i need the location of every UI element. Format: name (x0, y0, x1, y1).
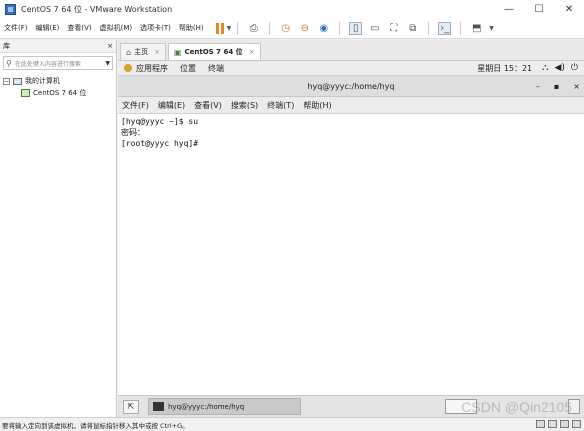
terminal-close-button[interactable]: × (573, 82, 580, 91)
menu-file[interactable]: 文件(F) (0, 23, 32, 33)
tree-item-centos[interactable]: CentOS 7 64 位 (3, 87, 113, 99)
unity-icon[interactable]: ⧉ (406, 22, 419, 35)
applications-icon (124, 64, 132, 72)
guest-menu-applications[interactable]: 应用程序 (136, 63, 168, 74)
library-view-icon[interactable]: ▯ (349, 21, 363, 35)
terminal-menu-bar: 文件(F) 编辑(E) 查看(V) 搜索(S) 终端(T) 帮助(H) (118, 97, 584, 114)
tree-item-label: 我的计算机 (25, 77, 60, 85)
taskbar-item-label: hyq@yyyc:/home/hyq (168, 402, 245, 411)
terminal-menu-view[interactable]: 查看(V) (194, 100, 222, 111)
library-panel: 库 × ⚲ 在此处键入内容进行搜索 ▼ − 我的计算机 CentOS 7 64 … (0, 40, 117, 417)
network-icon[interactable]: ⛬ (542, 63, 548, 73)
library-search-input[interactable]: ⚲ 在此处键入内容进行搜索 ▼ (3, 56, 113, 70)
terminal-title: hyq@yyyc:/home/hyq (307, 81, 395, 91)
tab-home[interactable]: ⌂ 主页 × (120, 43, 166, 60)
tab-close-icon[interactable]: × (154, 48, 160, 56)
terminal-icon (153, 402, 164, 411)
menu-view[interactable]: 查看(V) (63, 23, 95, 33)
status-message: 要将输入定向到该虚拟机，请将鼠标指针移入其中或按 Ctrl+G。 (2, 421, 189, 430)
terminal-minimize-button[interactable]: – (536, 82, 540, 91)
stretch-guest-icon[interactable]: ⬒ (470, 22, 483, 35)
minimize-button[interactable]: — (494, 0, 524, 18)
pause-dropdown-icon[interactable]: ▼ (227, 25, 232, 32)
tab-close-icon[interactable]: × (249, 48, 255, 56)
terminal-title-bar: hyq@yyyc:/home/hyq – ▪ × (118, 76, 584, 97)
terminal-menu-edit[interactable]: 编辑(E) (158, 100, 185, 111)
menu-tabs[interactable]: 选项卡(T) (136, 23, 175, 33)
tab-label: 主页 (134, 48, 149, 56)
title-bar: CentOS 7 64 位 - VMware Workstation — ☐ ✕ (0, 0, 584, 18)
menu-edit[interactable]: 编辑(E) (32, 23, 64, 33)
menu-vm[interactable]: 虚拟机(M) (96, 23, 137, 33)
library-tree: − 我的计算机 CentOS 7 64 位 (0, 73, 116, 101)
close-button[interactable]: ✕ (554, 0, 584, 18)
chevron-down-icon[interactable]: ▼ (105, 60, 110, 67)
tab-centos[interactable]: ▣ CentOS 7 64 位 × (167, 43, 261, 60)
fullscreen-icon[interactable]: ⛶ (387, 22, 400, 35)
computer-icon (13, 77, 22, 85)
library-title: 库 (3, 42, 10, 50)
terminal-maximize-button[interactable]: ▪ (554, 82, 559, 91)
toolbar-separator (460, 21, 462, 35)
toolbar-separator (339, 21, 341, 35)
power-icon[interactable]: ⏻ (571, 63, 578, 73)
snapshot-icon[interactable]: ◷ (279, 22, 292, 35)
thumbnail-view-icon[interactable]: ▭ (368, 22, 381, 35)
collapse-icon[interactable]: − (3, 77, 10, 85)
revert-snapshot-icon[interactable]: ⊖ (298, 22, 311, 35)
terminal-menu-terminal[interactable]: 终端(T) (267, 100, 294, 111)
cdrom-icon[interactable] (548, 420, 557, 428)
tab-bar: ⌂ 主页 × ▣ CentOS 7 64 位 × (118, 40, 584, 61)
usb-icon[interactable] (572, 420, 581, 428)
guest-menu-places[interactable]: 位置 (180, 63, 196, 74)
toolbar-separator (237, 21, 239, 35)
pause-icon[interactable] (215, 22, 224, 34)
terminal-menu-file[interactable]: 文件(F) (122, 100, 149, 111)
library-close-button[interactable]: × (107, 42, 113, 50)
vm-icon: ▣ (173, 47, 182, 57)
search-icon: ⚲ (6, 58, 12, 68)
send-keys-icon[interactable]: ⎙ (247, 22, 260, 35)
toolbar-separator (269, 21, 271, 35)
tab-label: CentOS 7 64 位 (184, 48, 243, 56)
menu-help[interactable]: 帮助(H) (175, 23, 208, 33)
guest-clock[interactable]: 星期日 15：21 (477, 63, 532, 74)
taskbar-terminal-button[interactable]: hyq@yyyc:/home/hyq (148, 398, 301, 415)
library-search-placeholder: 在此处键入内容进行搜索 (14, 60, 81, 68)
vmware-logo-icon (5, 3, 16, 15)
network-adapter-icon[interactable] (560, 420, 569, 428)
terminal-menu-search[interactable]: 搜索(S) (231, 100, 258, 111)
toolbar-separator (428, 21, 430, 35)
stretch-dropdown-icon[interactable]: ▼ (489, 25, 494, 32)
terminal-line: 密码： (121, 128, 145, 137)
status-bar: 要将输入定向到该虚拟机，请将鼠标指针移入其中或按 Ctrl+G。 (0, 417, 584, 431)
window-title: CentOS 7 64 位 - VMware Workstation (21, 4, 173, 14)
guest-menu-terminal[interactable]: 终端 (208, 63, 224, 74)
snapshot-manager-icon[interactable]: ◉ (317, 22, 330, 35)
terminal-line: [hyq@yyyc ~]$ su (121, 117, 199, 126)
guest-top-bar: 应用程序 位置 终端 星期日 15：21 ⛬ ◀) ⏻ (118, 61, 584, 76)
terminal-output[interactable]: [hyq@yyyc ~]$ su 密码： [root@yyyc hyq]# (118, 114, 584, 395)
maximize-button[interactable]: ☐ (524, 0, 554, 18)
volume-icon[interactable]: ◀) (554, 63, 564, 73)
tree-item-my-computer[interactable]: − 我的计算机 (3, 75, 113, 87)
hdd-icon[interactable] (536, 420, 545, 428)
show-desktop-icon[interactable]: ⇱ (123, 399, 139, 414)
home-icon: ⌂ (126, 47, 132, 57)
console-view-icon[interactable]: ›_ (438, 21, 452, 35)
terminal-menu-help[interactable]: 帮助(H) (303, 100, 331, 111)
terminal-line: [root@yyyc hyq]# (121, 139, 199, 148)
vm-icon (21, 89, 30, 97)
tree-item-label: CentOS 7 64 位 (33, 89, 87, 97)
menu-bar: 文件(F) 编辑(E) 查看(V) 虚拟机(M) 选项卡(T) 帮助(H) ▼ … (0, 18, 584, 39)
watermark: CSDN @Qin2105 (461, 399, 572, 415)
